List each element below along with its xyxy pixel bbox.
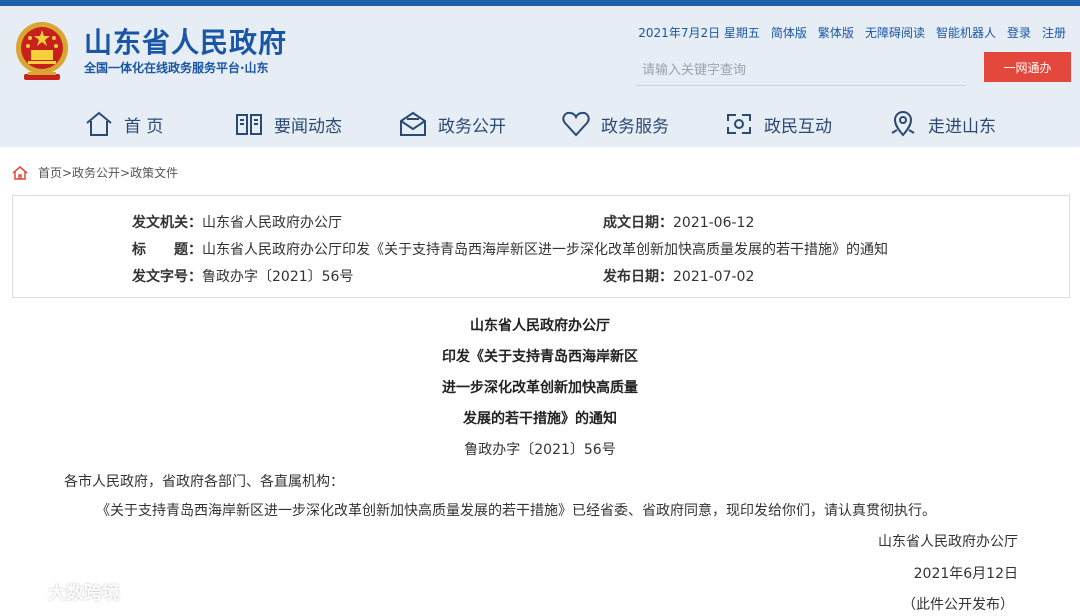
site-title[interactable]: 山东省人民政府: [84, 21, 287, 61]
doc-recipients: 各市人民政府，省政府各部门、各直属机构：: [64, 474, 344, 490]
meta-title-label: 标 题：: [132, 242, 202, 258]
meta-docno-value: 鲁政办字〔2021〕56号: [202, 269, 354, 285]
nav-gov-services[interactable]: 政务服务: [561, 106, 669, 142]
map-pin-icon: [891, 111, 915, 137]
meta-pub: 发布日期：2021-07-02: [603, 266, 754, 286]
doc-body-paragraph: 《关于支持青岛西海岸新区进一步深化改革创新加快高质量发展的若干措施》已经省委、省…: [96, 503, 936, 519]
home-icon: [86, 111, 112, 136]
nav-interaction[interactable]: 政民互动: [724, 106, 832, 142]
meta-date: 成文日期：2021-06-12: [603, 212, 754, 232]
meta-title: 标 题：山东省人民政府办公厅印发《关于支持青岛西海岸新区进一步深化改革创新加快高…: [132, 239, 888, 259]
nav-label: 政务公开: [438, 116, 506, 137]
doc-title-line: 进一步深化改革创新加快高质量: [442, 380, 638, 396]
link-accessibility[interactable]: 无障碍阅读: [865, 24, 925, 41]
nav-about-shandong[interactable]: 走进山东: [888, 106, 996, 142]
watermark-text: 大数跨境: [48, 583, 120, 604]
doc-signature: 山东省人民政府办公厅: [878, 534, 1018, 550]
document-meta-box: 发文机关：山东省人民政府办公厅 成文日期：2021-06-12 标 题：山东省人…: [12, 195, 1070, 298]
doc-public-note: （此件公开发布）: [902, 597, 1014, 613]
heart-icon: [562, 111, 590, 137]
national-emblem-icon: [16, 22, 68, 80]
top-links: 2021年7月2日 星期五 简体版 繁体版 无障碍阅读 智能机器人 登录 注册: [638, 24, 1066, 41]
doc-number: 鲁政办字〔2021〕56号: [464, 442, 616, 458]
nav-label: 政民互动: [764, 116, 832, 137]
search-input[interactable]: [636, 56, 966, 84]
search-box: [636, 56, 966, 86]
book-icon: [236, 114, 262, 135]
nav-news[interactable]: 要闻动态: [234, 106, 342, 142]
link-traditional[interactable]: 繁体版: [818, 24, 854, 41]
meta-pub-label: 发布日期：: [603, 269, 673, 285]
link-login[interactable]: 登录: [1007, 24, 1031, 41]
one-stop-service-button[interactable]: 一网通办: [984, 52, 1071, 82]
site-header: 山东省人民政府 全国一体化在线政务服务平台·山东 2021年7月2日 星期五 简…: [0, 6, 1080, 147]
meta-title-value: 山东省人民政府办公厅印发《关于支持青岛西海岸新区进一步深化改革创新加快高质量发展…: [202, 242, 888, 258]
watermark-logo-icon: [9, 584, 40, 600]
site-subtitle: 全国一体化在线政务服务平台·山东: [84, 61, 269, 75]
breadcrumb-text[interactable]: 首页>政务公开>政策文件: [38, 164, 178, 181]
meta-date-label: 成文日期：: [603, 215, 673, 231]
nav-gov-affairs[interactable]: 政务公开: [398, 106, 506, 142]
nav-label: 政务服务: [601, 116, 669, 137]
link-robot[interactable]: 智能机器人: [936, 24, 996, 41]
meta-issuer: 发文机关：山东省人民政府办公厅: [132, 212, 342, 232]
breadcrumb: 首页>政务公开>政策文件: [12, 164, 178, 181]
doc-sign-date: 2021年6月12日: [913, 566, 1018, 582]
meta-docno-label: 发文字号：: [132, 269, 202, 285]
nav-label: 走进山东: [928, 116, 996, 137]
link-simplified[interactable]: 简体版: [771, 24, 807, 41]
meta-issuer-label: 发文机关：: [132, 215, 202, 231]
doc-title-line: 印发《关于支持青岛西海岸新区: [442, 349, 638, 365]
meta-pub-value: 2021-07-02: [673, 269, 755, 285]
nav-label: 要闻动态: [274, 116, 342, 137]
home-icon[interactable]: [12, 165, 28, 181]
nav-home[interactable]: 首 页: [84, 106, 163, 142]
current-date: 2021年7月2日 星期五: [638, 26, 760, 40]
doc-title-line: 发展的若干措施》的通知: [463, 411, 617, 427]
nav-label: 首 页: [124, 116, 164, 137]
meta-docno: 发文字号：鲁政办字〔2021〕56号: [132, 266, 353, 286]
meta-date-value: 2021-06-12: [673, 215, 755, 231]
watermark: 大数跨境: [8, 579, 120, 605]
main-nav: 首 页 要闻动态 政务公开 政务服务 政民互动 走进山东: [0, 100, 1080, 148]
link-icon: [727, 114, 751, 134]
envelope-icon: [400, 111, 426, 136]
link-register[interactable]: 注册: [1042, 24, 1066, 41]
doc-title-line: 山东省人民政府办公厅: [470, 318, 610, 334]
meta-issuer-value: 山东省人民政府办公厅: [202, 215, 342, 231]
